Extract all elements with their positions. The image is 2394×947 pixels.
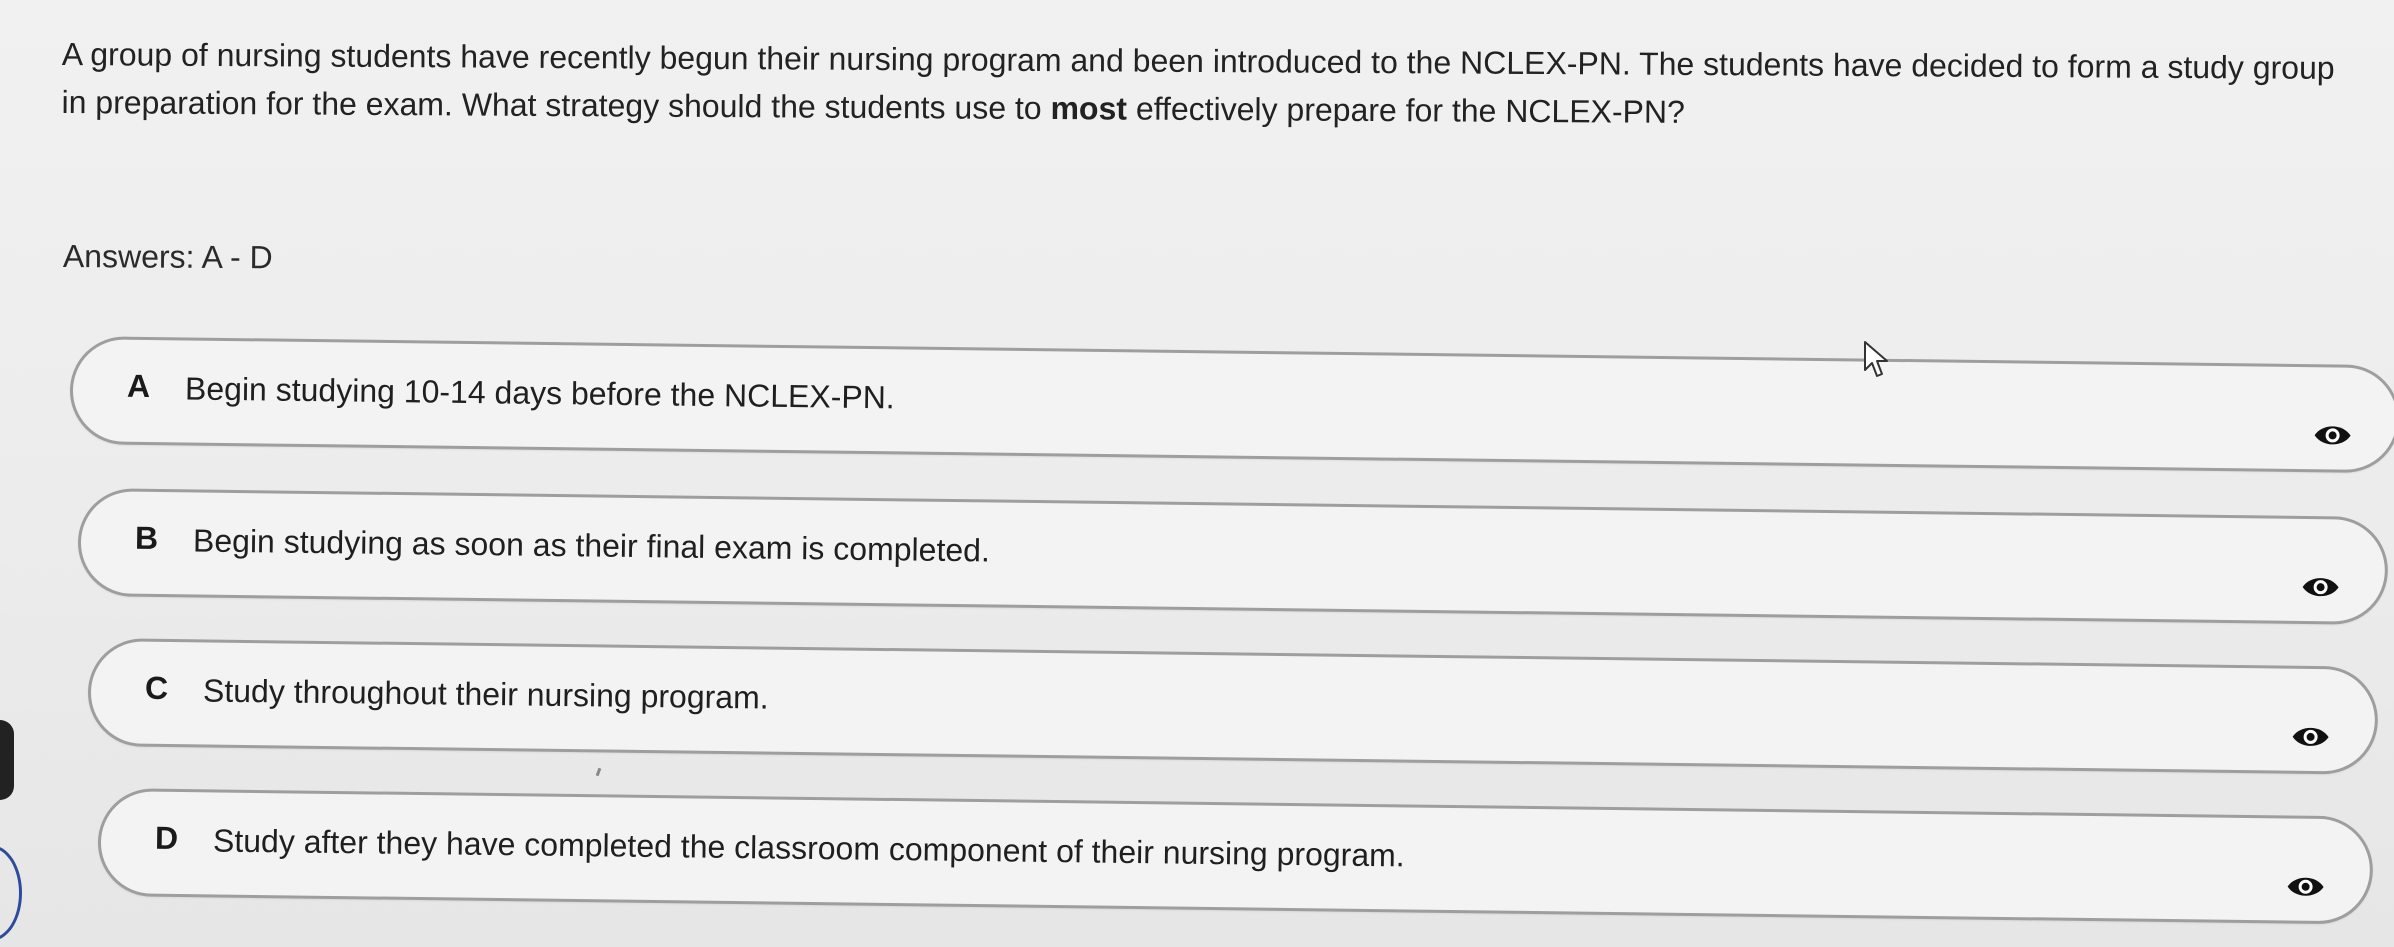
question-text: A group of nursing students have recentl…	[61, 30, 2362, 140]
answers-label: Answers: A - D	[62, 238, 273, 276]
answer-option-d[interactable]: D Study after they have completed the cl…	[97, 788, 2374, 925]
option-letter: D	[154, 819, 179, 857]
option-letter: A	[126, 367, 151, 405]
answer-option-c[interactable]: C Study throughout their nursing program…	[87, 638, 2379, 775]
edge-decoration	[0, 720, 14, 800]
eye-icon[interactable]	[2312, 421, 2352, 450]
question-text-end: effectively prepare for the NCLEX-PN?	[1126, 90, 1685, 130]
option-text: Study after they have completed the clas…	[212, 822, 1405, 874]
option-text: Study throughout their nursing program.	[202, 672, 769, 716]
answer-option-b[interactable]: B Begin studying as soon as their final …	[77, 488, 2389, 626]
option-text: Begin studying 10-14 days before the NCL…	[184, 370, 895, 416]
option-letter: C	[144, 669, 169, 707]
question-emphasis: most	[1050, 90, 1128, 127]
quiz-page: { "question": { "text_before": "A group …	[0, 0, 2394, 947]
eye-icon[interactable]	[2290, 723, 2330, 752]
edge-arc-decoration	[0, 845, 22, 941]
option-letter: B	[134, 519, 159, 557]
eye-icon[interactable]	[2300, 573, 2340, 602]
option-text: Begin studying as soon as their final ex…	[192, 522, 991, 569]
answer-option-a[interactable]: A Begin studying 10-14 days before the N…	[69, 336, 2394, 474]
eye-icon[interactable]	[2285, 872, 2325, 901]
screen-speck	[595, 767, 602, 777]
mouse-pointer-icon	[1862, 340, 1892, 380]
